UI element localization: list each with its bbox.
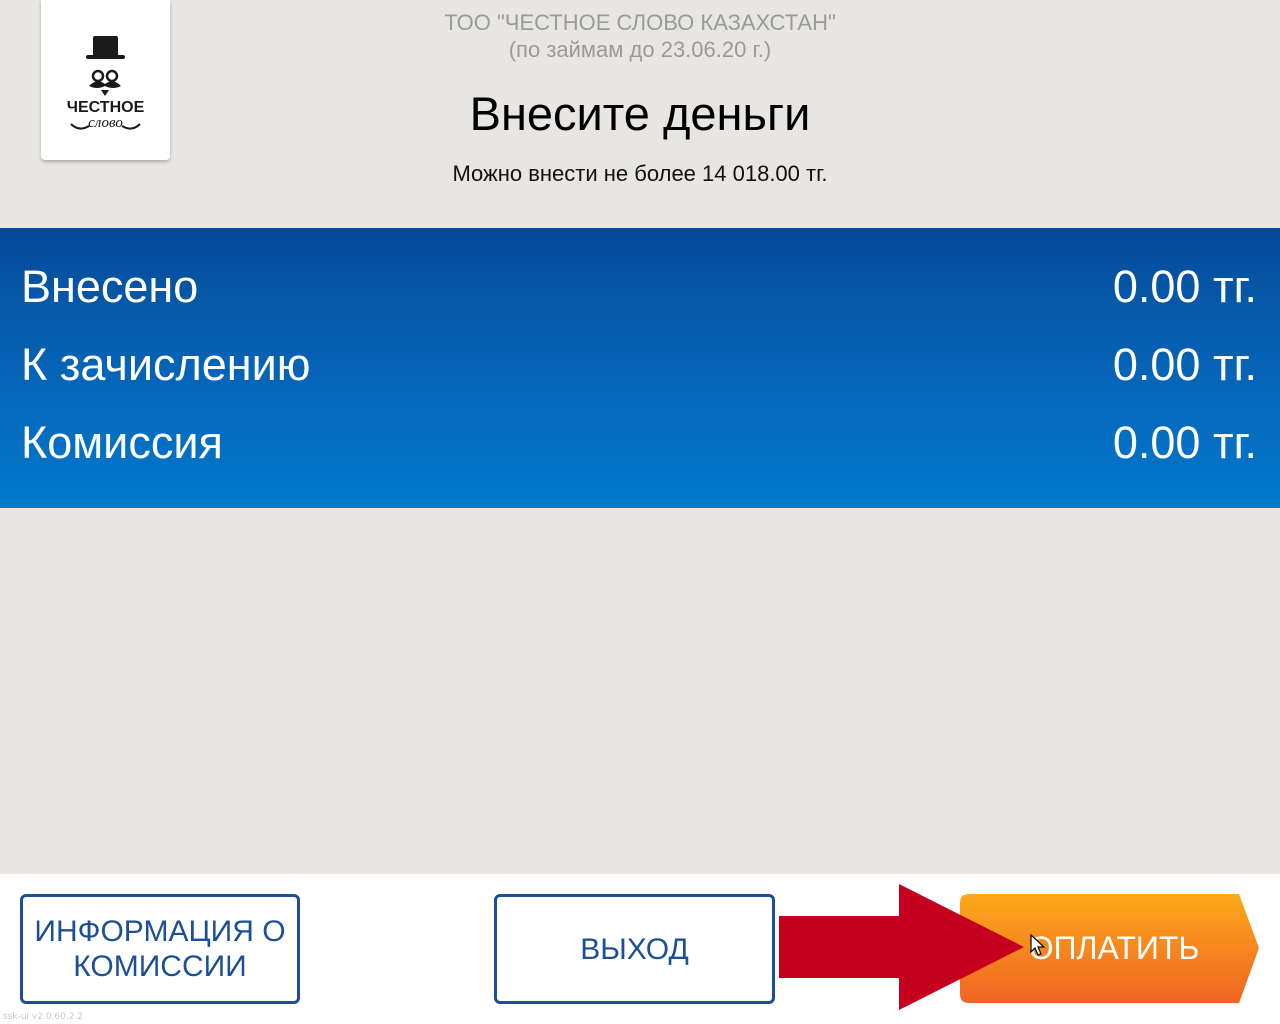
organization-name: ТОО "ЧЕСТНОЕ СЛОВО КАЗАХСТАН" (по займам… xyxy=(340,9,940,63)
to-credit-value: 0.00 тг. xyxy=(1112,339,1257,390)
red-arrow-icon xyxy=(779,884,1024,1010)
commission-info-line2: КОМИССИИ xyxy=(73,950,247,983)
hat-icon xyxy=(93,36,118,56)
company-logo: ЧЕСТНОЕ слово xyxy=(41,0,170,160)
payment-summary-panel: Внесено 0.00 тг. К зачислению 0.00 тг. К… xyxy=(0,228,1280,508)
org-note-line: (по займам до 23.06.20 г.) xyxy=(508,37,772,62)
commission-info-line1: ИНФОРМАЦИЯ О xyxy=(34,915,286,948)
commission-label: Комиссия xyxy=(21,417,223,468)
svg-text:слово: слово xyxy=(88,115,123,131)
summary-row-commission: Комиссия 0.00 тг. xyxy=(0,413,1280,473)
svg-text:ЧЕСТНОЕ: ЧЕСТНОЕ xyxy=(67,99,145,116)
org-name-line: ТОО "ЧЕСТНОЕ СЛОВО КАЗАХСТАН" xyxy=(444,10,836,35)
commission-info-button[interactable]: ИНФОРМАЦИЯ О КОМИССИИ xyxy=(20,894,300,1004)
exit-button[interactable]: ВЫХОД xyxy=(494,894,775,1004)
commission-value: 0.00 тг. xyxy=(1112,417,1257,468)
summary-row-deposited: Внесено 0.00 тг. xyxy=(0,257,1280,317)
page-title: Внесите деньги xyxy=(469,87,811,140)
version-label: ssk-ui v2.0.60.2.2 xyxy=(3,1012,84,1022)
deposited-value: 0.00 тг. xyxy=(1112,261,1257,312)
exit-button-label: ВЫХОД xyxy=(580,932,689,966)
deposited-label: Внесено xyxy=(21,261,199,312)
summary-row-to-credit: К зачислению 0.00 тг. xyxy=(0,335,1280,395)
mouse-cursor-icon xyxy=(1030,934,1046,956)
deposit-limit-note: Можно внести не более 14 018.00 тг. xyxy=(452,161,828,186)
to-credit-label: К зачислению xyxy=(21,339,311,390)
